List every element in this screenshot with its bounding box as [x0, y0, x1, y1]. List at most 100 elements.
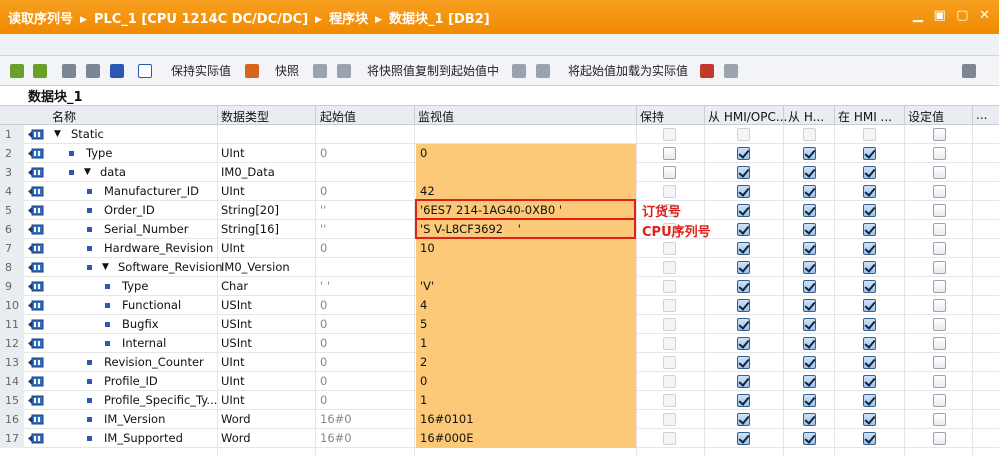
- float-icon[interactable]: ▣: [933, 8, 948, 23]
- hmi-opc-checkbox[interactable]: [737, 299, 750, 312]
- hmi-h-checkbox[interactable]: [803, 413, 816, 426]
- variable-name[interactable]: Profile_ID: [104, 374, 158, 388]
- data-type[interactable]: USInt: [221, 317, 252, 331]
- hmi-opc-checkbox[interactable]: [737, 147, 750, 160]
- variable-name[interactable]: Type: [86, 146, 112, 160]
- column-name[interactable]: 名称: [52, 108, 76, 125]
- breadcrumb-plc[interactable]: PLC_1 [CPU 1214C DC/DC/DC]: [94, 12, 308, 27]
- start-value[interactable]: 0: [320, 355, 327, 369]
- hmi-in-checkbox[interactable]: [863, 299, 876, 312]
- copy-snapshot-icon[interactable]: [313, 64, 327, 78]
- hmi-in-checkbox[interactable]: [863, 166, 876, 179]
- table-row[interactable]: 17 IM_Supported Word 16#0 16#000E: [0, 429, 999, 448]
- add-row-icon[interactable]: [33, 64, 47, 78]
- hmi-opc-checkbox[interactable]: [737, 223, 750, 236]
- download-all-icon[interactable]: [724, 64, 738, 78]
- load-start-as-actual-button[interactable]: 将起始值加载为实际值: [568, 62, 688, 79]
- hmi-h-checkbox[interactable]: [803, 128, 816, 141]
- hmi-h-checkbox[interactable]: [803, 394, 816, 407]
- setpoint-checkbox[interactable]: [933, 318, 946, 331]
- variable-name[interactable]: Serial_Number: [104, 222, 189, 236]
- variable-name[interactable]: Revision_Counter: [104, 355, 204, 369]
- hmi-h-checkbox[interactable]: [803, 280, 816, 293]
- hmi-in-checkbox[interactable]: [863, 356, 876, 369]
- retain-checkbox[interactable]: [663, 394, 676, 407]
- retain-checkbox[interactable]: [663, 280, 676, 293]
- variable-name[interactable]: IM_Version: [104, 412, 165, 426]
- hmi-h-checkbox[interactable]: [803, 432, 816, 445]
- retain-checkbox[interactable]: [663, 185, 676, 198]
- column-more[interactable]: ...: [976, 108, 987, 122]
- snapshot-icon[interactable]: [245, 64, 259, 78]
- retain-checkbox[interactable]: [663, 318, 676, 331]
- data-type[interactable]: IM0_Version: [221, 260, 290, 274]
- table-row[interactable]: 9 Type Char ' ' 'V': [0, 277, 999, 296]
- load-start-all-icon[interactable]: [536, 64, 550, 78]
- collapse-triangle-icon[interactable]: ▼: [54, 129, 61, 139]
- snapshot-button[interactable]: 快照: [275, 62, 299, 79]
- hmi-opc-checkbox[interactable]: [737, 318, 750, 331]
- window-controls[interactable]: ▁ ▣ ▢ ✕: [913, 8, 993, 23]
- variable-name[interactable]: Type: [122, 279, 148, 293]
- view-settings-icon[interactable]: [962, 64, 976, 78]
- data-type[interactable]: Word: [221, 412, 251, 426]
- setpoint-checkbox[interactable]: [933, 223, 946, 236]
- variable-name[interactable]: Profile_Specific_Ty...: [104, 393, 217, 407]
- start-value[interactable]: 0: [320, 393, 327, 407]
- keep-actual-button[interactable]: 保持实际值: [171, 62, 231, 79]
- hmi-in-checkbox[interactable]: [863, 337, 876, 350]
- column-hmi-h[interactable]: 从 H...: [788, 108, 824, 125]
- setpoint-checkbox[interactable]: [933, 204, 946, 217]
- retain-checkbox[interactable]: [663, 356, 676, 369]
- hmi-h-checkbox[interactable]: [803, 337, 816, 350]
- retain-checkbox[interactable]: [663, 261, 676, 274]
- table-row[interactable]: 12 Internal USInt 0 1: [0, 334, 999, 353]
- expand-icon[interactable]: [62, 64, 76, 78]
- start-value[interactable]: '': [320, 222, 326, 236]
- collapse-icon[interactable]: [86, 64, 100, 78]
- download-icon[interactable]: [700, 64, 714, 78]
- data-type[interactable]: String[16]: [221, 222, 279, 236]
- breadcrumb-program-blocks[interactable]: 程序块: [329, 12, 368, 27]
- hmi-opc-checkbox[interactable]: [737, 242, 750, 255]
- hmi-in-checkbox[interactable]: [863, 375, 876, 388]
- retain-checkbox[interactable]: [663, 166, 676, 179]
- hmi-opc-checkbox[interactable]: [737, 185, 750, 198]
- start-value[interactable]: 16#0: [320, 412, 352, 426]
- data-type[interactable]: String[20]: [221, 203, 279, 217]
- column-hmi-in[interactable]: 在 HMI ...: [838, 108, 892, 125]
- hmi-in-checkbox[interactable]: [863, 261, 876, 274]
- hmi-opc-checkbox[interactable]: [737, 356, 750, 369]
- hmi-in-checkbox[interactable]: [863, 432, 876, 445]
- data-type[interactable]: Char: [221, 279, 248, 293]
- start-value[interactable]: 0: [320, 298, 327, 312]
- setpoint-checkbox[interactable]: [933, 432, 946, 445]
- copy-all-icon[interactable]: [337, 64, 351, 78]
- hmi-opc-checkbox[interactable]: [737, 128, 750, 141]
- data-type[interactable]: UInt: [221, 241, 245, 255]
- table-row[interactable]: 14 Profile_ID UInt 0 0: [0, 372, 999, 391]
- hmi-h-checkbox[interactable]: [803, 261, 816, 274]
- table-row[interactable]: 13 Revision_Counter UInt 0 2: [0, 353, 999, 372]
- data-type[interactable]: UInt: [221, 374, 245, 388]
- table-row[interactable]: 3 ▼ data IM0_Data: [0, 163, 999, 182]
- setpoint-checkbox[interactable]: [933, 261, 946, 274]
- start-value[interactable]: 0: [320, 317, 327, 331]
- hmi-in-checkbox[interactable]: [863, 394, 876, 407]
- table-row[interactable]: 10 Functional USInt 0 4: [0, 296, 999, 315]
- insert-row-icon[interactable]: [10, 64, 24, 78]
- retain-checkbox[interactable]: [663, 299, 676, 312]
- hmi-in-checkbox[interactable]: [863, 413, 876, 426]
- start-value[interactable]: 0: [320, 184, 327, 198]
- start-value[interactable]: 16#0: [320, 431, 352, 445]
- collapse-triangle-icon[interactable]: ▼: [84, 167, 91, 177]
- hmi-opc-checkbox[interactable]: [737, 337, 750, 350]
- list-icon[interactable]: [110, 64, 124, 78]
- hmi-in-checkbox[interactable]: [863, 318, 876, 331]
- hmi-opc-checkbox[interactable]: [737, 261, 750, 274]
- start-value[interactable]: 0: [320, 146, 327, 160]
- hmi-h-checkbox[interactable]: [803, 185, 816, 198]
- load-start-icon[interactable]: [512, 64, 526, 78]
- setpoint-checkbox[interactable]: [933, 375, 946, 388]
- hmi-opc-checkbox[interactable]: [737, 394, 750, 407]
